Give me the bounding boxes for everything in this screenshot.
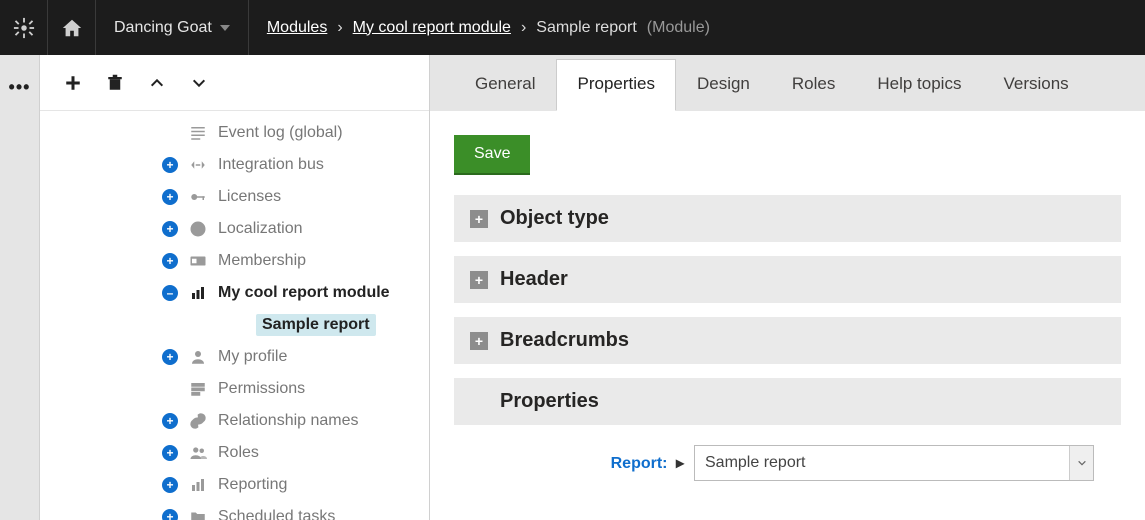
tree-node-label: Integration bus xyxy=(218,156,324,174)
tree-node[interactable]: Permissions xyxy=(40,373,429,405)
expand-icon[interactable] xyxy=(162,253,178,269)
expand-icon[interactable] xyxy=(162,509,178,520)
tree-node-label: Sample report xyxy=(256,314,376,336)
expand-icon[interactable] xyxy=(162,477,178,493)
expand-icon[interactable] xyxy=(162,189,178,205)
add-icon[interactable] xyxy=(62,72,84,94)
tab-general[interactable]: General xyxy=(454,59,556,111)
tree-toolbar xyxy=(40,55,429,111)
tree-node[interactable]: Reporting xyxy=(40,469,429,501)
tree-node[interactable]: Sample report xyxy=(40,309,429,341)
section-header[interactable]: + Header xyxy=(454,256,1121,303)
expand-icon[interactable]: + xyxy=(470,332,488,350)
tree-node-label: Reporting xyxy=(218,476,287,494)
tree-node-label: Scheduled tasks xyxy=(218,508,335,520)
users-icon xyxy=(188,443,208,463)
move-up-icon[interactable] xyxy=(146,72,168,94)
breadcrumb-link[interactable]: My cool report module xyxy=(353,19,511,37)
delete-icon[interactable] xyxy=(104,72,126,94)
chart-icon xyxy=(188,475,208,495)
more-icon[interactable]: ••• xyxy=(9,77,31,520)
site-name: Dancing Goat xyxy=(114,19,212,37)
collapse-icon[interactable] xyxy=(162,285,178,301)
content-area: Save + Object type + Header + Breadcrumbs +Pro… xyxy=(430,111,1145,520)
user-icon xyxy=(188,347,208,367)
list-icon xyxy=(188,123,208,143)
key-icon xyxy=(188,187,208,207)
tree-node[interactable]: My cool report module xyxy=(40,277,429,309)
tab-help-topics[interactable]: Help topics xyxy=(856,59,982,111)
tree-node[interactable]: My profile xyxy=(40,341,429,373)
tab-bar: GeneralPropertiesDesignRolesHelp topicsV… xyxy=(430,55,1145,111)
tree-node[interactable]: Membership xyxy=(40,245,429,277)
card-icon xyxy=(188,251,208,271)
expand-icon[interactable]: + xyxy=(470,271,488,289)
field-label: Report: ▸ xyxy=(454,453,694,473)
breadcrumb-current: Sample report xyxy=(536,19,637,37)
breadcrumb-sep: › xyxy=(337,19,342,37)
field-row-report: Report: ▸ Sample report xyxy=(454,445,1121,481)
breadcrumb-sep: › xyxy=(521,19,526,37)
section-title: Object type xyxy=(500,207,609,230)
section-properties[interactable]: +Properties xyxy=(454,378,1121,425)
chevron-down-icon xyxy=(220,25,230,31)
globe-icon xyxy=(188,219,208,239)
section-object-type[interactable]: + Object type xyxy=(454,195,1121,242)
tree-node-label: Licenses xyxy=(218,188,281,206)
tree-node[interactable]: Relationship names xyxy=(40,405,429,437)
expand-icon[interactable]: + xyxy=(470,210,488,228)
breadcrumb-link[interactable]: Modules xyxy=(267,19,327,37)
tab-versions[interactable]: Versions xyxy=(982,59,1089,111)
tree-node[interactable]: Roles xyxy=(40,437,429,469)
report-select[interactable]: Sample report xyxy=(694,445,1094,481)
tree-node[interactable]: Integration bus xyxy=(40,149,429,181)
arrow-right-icon: ▸ xyxy=(672,455,684,472)
tree-node-label: My profile xyxy=(218,348,287,366)
tree-node[interactable]: Scheduled tasks xyxy=(40,501,429,520)
tree-node-label: Membership xyxy=(218,252,306,270)
breadcrumb-suffix: (Module) xyxy=(647,19,710,37)
main-panel: GeneralPropertiesDesignRolesHelp topicsV… xyxy=(430,55,1145,520)
tree-node[interactable]: Localization xyxy=(40,213,429,245)
expand-icon[interactable] xyxy=(162,413,178,429)
tree-scroll[interactable]: Event log (global) Integration bus License… xyxy=(40,111,429,520)
expand-icon[interactable] xyxy=(162,349,178,365)
tree-node-label: Roles xyxy=(218,444,259,462)
section-title: Breadcrumbs xyxy=(500,329,629,352)
home-icon[interactable] xyxy=(48,0,96,55)
app-logo-icon[interactable] xyxy=(0,0,48,55)
move-down-icon[interactable] xyxy=(188,72,210,94)
folder-icon xyxy=(188,507,208,520)
tree-node-label: Relationship names xyxy=(218,412,359,430)
expand-icon[interactable] xyxy=(162,445,178,461)
tree-panel: Event log (global) Integration bus License… xyxy=(40,55,430,520)
section-breadcrumbs[interactable]: + Breadcrumbs xyxy=(454,317,1121,364)
tree-node-label: Localization xyxy=(218,220,303,238)
tree-node-label: Event log (global) xyxy=(218,124,343,142)
breadcrumb: Modules › My cool report module › Sample… xyxy=(249,19,728,37)
select-value: Sample report xyxy=(705,454,806,472)
tree-node-label: My cool report module xyxy=(218,284,390,302)
chevron-down-icon xyxy=(1069,446,1093,480)
top-bar: Dancing Goat Modules › My cool report mo… xyxy=(0,0,1145,55)
tree-node[interactable]: Event log (global) xyxy=(40,117,429,149)
tab-properties[interactable]: Properties xyxy=(556,59,675,111)
site-selector[interactable]: Dancing Goat xyxy=(96,0,249,55)
blank-icon xyxy=(226,315,246,335)
tab-roles[interactable]: Roles xyxy=(771,59,856,111)
section-title: Header xyxy=(500,268,568,291)
save-button[interactable]: Save xyxy=(454,135,530,173)
tree-node[interactable]: Licenses xyxy=(40,181,429,213)
link-icon xyxy=(188,411,208,431)
expand-icon[interactable] xyxy=(162,221,178,237)
section-title: Properties xyxy=(500,390,599,413)
chart-icon xyxy=(188,283,208,303)
arrows-icon xyxy=(188,155,208,175)
left-gutter: ••• xyxy=(0,55,40,520)
tab-design[interactable]: Design xyxy=(676,59,771,111)
expand-icon[interactable] xyxy=(162,157,178,173)
perm-icon xyxy=(188,379,208,399)
tree-node-label: Permissions xyxy=(218,380,305,398)
